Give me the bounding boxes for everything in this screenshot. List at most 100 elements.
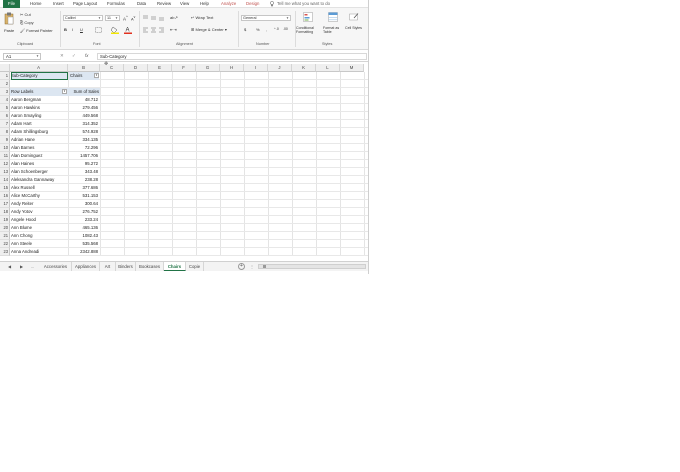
select-all-corner[interactable]: [0, 64, 10, 72]
row-header[interactable]: 8: [0, 128, 10, 136]
tab-art[interactable]: Art: [100, 262, 116, 271]
menu-file[interactable]: File: [3, 0, 20, 8]
italic-button[interactable]: I: [72, 27, 73, 32]
decrease-decimal-icon[interactable]: .00: [283, 27, 288, 32]
cut-button[interactable]: ✂ Cut: [20, 12, 31, 17]
column-header-i[interactable]: I: [244, 64, 268, 72]
row-labels-filter-icon[interactable]: ▾: [62, 89, 67, 94]
cell-value[interactable]: 314.352: [69, 120, 99, 128]
row-header[interactable]: 14: [0, 176, 10, 184]
row-header[interactable]: 10: [0, 144, 10, 152]
conditional-formatting-button[interactable]: Conditional Formatting: [296, 26, 324, 34]
row-header[interactable]: 11: [0, 152, 10, 160]
cell-value[interactable]: 279.456: [69, 104, 99, 112]
column-header-j[interactable]: J: [268, 64, 292, 72]
paste-button[interactable]: Paste: [4, 28, 14, 33]
row-header[interactable]: 1: [0, 72, 10, 80]
horizontal-scrollbar[interactable]: [258, 264, 366, 269]
cell-label[interactable]: Aleksandra Gannaway: [11, 176, 67, 184]
insert-function-icon[interactable]: fx: [85, 53, 88, 59]
cell-label[interactable]: Alex Russell: [11, 184, 67, 192]
tab-scroll-prev[interactable]: ◀: [8, 262, 11, 271]
cell-styles-icon[interactable]: [349, 12, 359, 22]
cancel-icon[interactable]: ✕: [60, 53, 64, 59]
column-header-h[interactable]: H: [220, 64, 244, 72]
cell-label[interactable]: Alice McCarthy: [11, 192, 67, 200]
row-header[interactable]: 17: [0, 200, 10, 208]
indent-icon[interactable]: ⇤⇥: [170, 27, 177, 32]
cell-label[interactable]: Aaron Smayling: [11, 112, 67, 120]
number-format-dropdown[interactable]: General ▼: [241, 15, 291, 21]
cell-label[interactable]: Sub-Category: [11, 72, 68, 80]
format-as-table-button[interactable]: Format as Table: [323, 26, 345, 34]
cell-value[interactable]: Sum of Sales: [68, 88, 100, 96]
row-header[interactable]: 18: [0, 208, 10, 216]
orientation-icon[interactable]: ab↗: [170, 15, 178, 20]
cell-value[interactable]: 72.296: [69, 144, 99, 152]
conditional-formatting-icon[interactable]: [303, 12, 313, 22]
scroll-thumb[interactable]: [263, 265, 266, 268]
row-header[interactable]: 6: [0, 112, 10, 120]
row-header[interactable]: 15: [0, 184, 10, 192]
menu-review[interactable]: Review: [157, 0, 171, 8]
cell-value[interactable]: 233.24: [69, 216, 99, 224]
column-header-f[interactable]: F: [172, 64, 196, 72]
add-sheet-button[interactable]: +: [238, 263, 245, 270]
formula-input[interactable]: Sub-Category: [97, 53, 367, 60]
cell-value[interactable]: 535.568: [69, 240, 99, 248]
cell-value[interactable]: 377.686: [69, 184, 99, 192]
row-header[interactable]: 12: [0, 160, 10, 168]
cell-label[interactable]: Alan Barnes: [11, 144, 67, 152]
cell-label[interactable]: Anna Andreadi: [11, 248, 67, 256]
row-header[interactable]: 4: [0, 96, 10, 104]
tab-binders[interactable]: Binders: [116, 262, 136, 271]
menu-formulas[interactable]: Formulas: [107, 0, 125, 8]
font-size-dropdown[interactable]: 11 ▼: [105, 15, 120, 21]
menu-analyze[interactable]: Analyze: [221, 0, 236, 8]
bold-button[interactable]: B: [64, 27, 67, 32]
row-header[interactable]: 20: [0, 224, 10, 232]
column-header-a[interactable]: A: [10, 64, 68, 72]
cell-styles-button[interactable]: Cell Styles: [345, 26, 363, 30]
comma-button[interactable]: ,: [266, 27, 267, 32]
merge-center-button[interactable]: ⊞ Merge & Center ▾: [191, 27, 227, 32]
vertical-align-icon[interactable]: [143, 15, 165, 21]
column-header-k[interactable]: K: [292, 64, 316, 72]
cell-value[interactable]: 531.153: [69, 192, 99, 200]
row-header[interactable]: 2: [0, 80, 10, 88]
menu-design[interactable]: Design: [246, 0, 259, 8]
copy-button[interactable]: ⎘ Copy: [20, 20, 34, 25]
cell-value[interactable]: 334.135: [69, 136, 99, 144]
row-header[interactable]: 3: [0, 88, 10, 96]
tab-more[interactable]: ...: [31, 262, 34, 271]
cell-label[interactable]: [11, 80, 67, 88]
cell-value[interactable]: 95.272: [69, 160, 99, 168]
borders-icon[interactable]: [95, 27, 102, 33]
cell-value[interactable]: 300.64: [69, 200, 99, 208]
cell-label[interactable]: Row Labels: [10, 88, 68, 96]
enter-icon[interactable]: ✓: [72, 53, 76, 59]
cell-value[interactable]: 343.48: [69, 168, 99, 176]
horizontal-align-icon[interactable]: [143, 27, 165, 33]
row-header[interactable]: 23: [0, 248, 10, 256]
row-header[interactable]: 16: [0, 192, 10, 200]
cell-label[interactable]: Aaron Bergman: [11, 96, 67, 104]
cell-label[interactable]: Aaron Hawkins: [11, 104, 67, 112]
row-header[interactable]: 5: [0, 104, 10, 112]
cell-value[interactable]: [69, 80, 99, 88]
name-box[interactable]: A1 ▼: [3, 53, 41, 60]
cell-value[interactable]: 1082.43: [69, 232, 99, 240]
increase-font-icon[interactable]: A^: [123, 15, 128, 22]
menu-help[interactable]: Help: [200, 0, 209, 8]
cell-value[interactable]: 574.928: [69, 128, 99, 136]
format-as-table-icon[interactable]: [328, 12, 338, 22]
cell-label[interactable]: Adam Hart: [11, 120, 67, 128]
cell-value[interactable]: 2342.888: [69, 248, 99, 256]
tab-scroll-next[interactable]: ▶: [20, 262, 23, 271]
cell-label[interactable]: Andy Yotov: [11, 208, 67, 216]
menu-data[interactable]: Data: [137, 0, 146, 8]
format-painter-button[interactable]: 🖌 Format Painter: [20, 28, 53, 33]
column-header-e[interactable]: E: [148, 64, 172, 72]
menu-view[interactable]: View: [180, 0, 189, 8]
column-header-d[interactable]: D: [124, 64, 148, 72]
